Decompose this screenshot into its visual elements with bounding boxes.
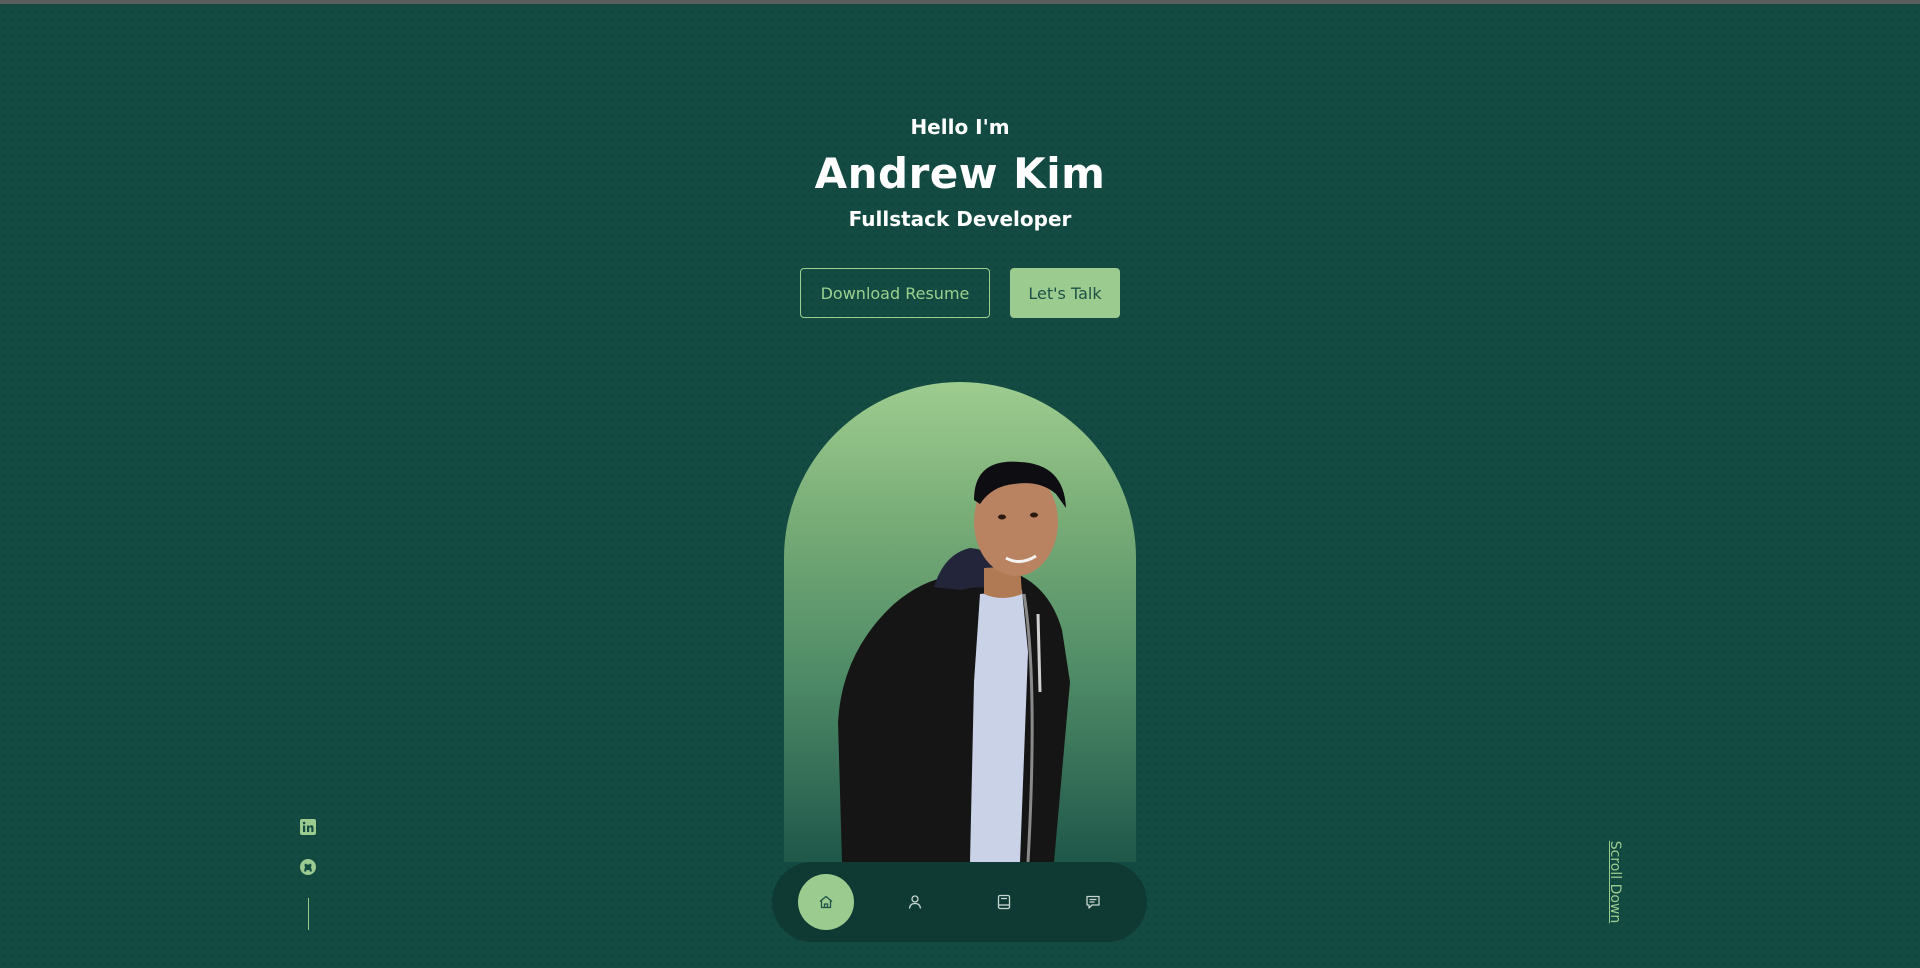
scroll-down-label: Scroll Down	[1607, 840, 1623, 924]
linkedin-link[interactable]	[299, 818, 317, 836]
nav-home[interactable]	[798, 874, 854, 930]
profile-photo	[838, 461, 1070, 862]
github-icon	[300, 859, 316, 875]
social-links	[296, 818, 320, 930]
bottom-nav	[772, 862, 1147, 942]
nav-about[interactable]	[887, 874, 943, 930]
profile-image-frame	[784, 382, 1136, 862]
lets-talk-button[interactable]: Let's Talk	[1010, 268, 1120, 318]
message-icon	[1086, 895, 1100, 909]
hero-name: Andrew Kim	[814, 149, 1106, 198]
linkedin-icon	[300, 819, 316, 835]
user-icon	[908, 895, 922, 909]
nav-contact[interactable]	[1065, 874, 1121, 930]
cta-buttons: Download Resume Let's Talk	[0, 268, 1920, 318]
home-icon	[819, 895, 833, 909]
window-top-strip	[0, 0, 1920, 4]
nav-experience[interactable]	[976, 874, 1032, 930]
scroll-down-link[interactable]: Scroll Down	[1600, 840, 1630, 924]
social-divider-line	[307, 898, 309, 930]
book-icon	[997, 894, 1011, 910]
hero-greeting: Hello I'm	[910, 115, 1010, 139]
github-link[interactable]	[299, 858, 317, 876]
hero-header: Hello I'm Andrew Kim Fullstack Developer	[0, 112, 1920, 234]
download-resume-button[interactable]: Download Resume	[800, 268, 990, 318]
hero-role: Fullstack Developer	[848, 207, 1072, 231]
